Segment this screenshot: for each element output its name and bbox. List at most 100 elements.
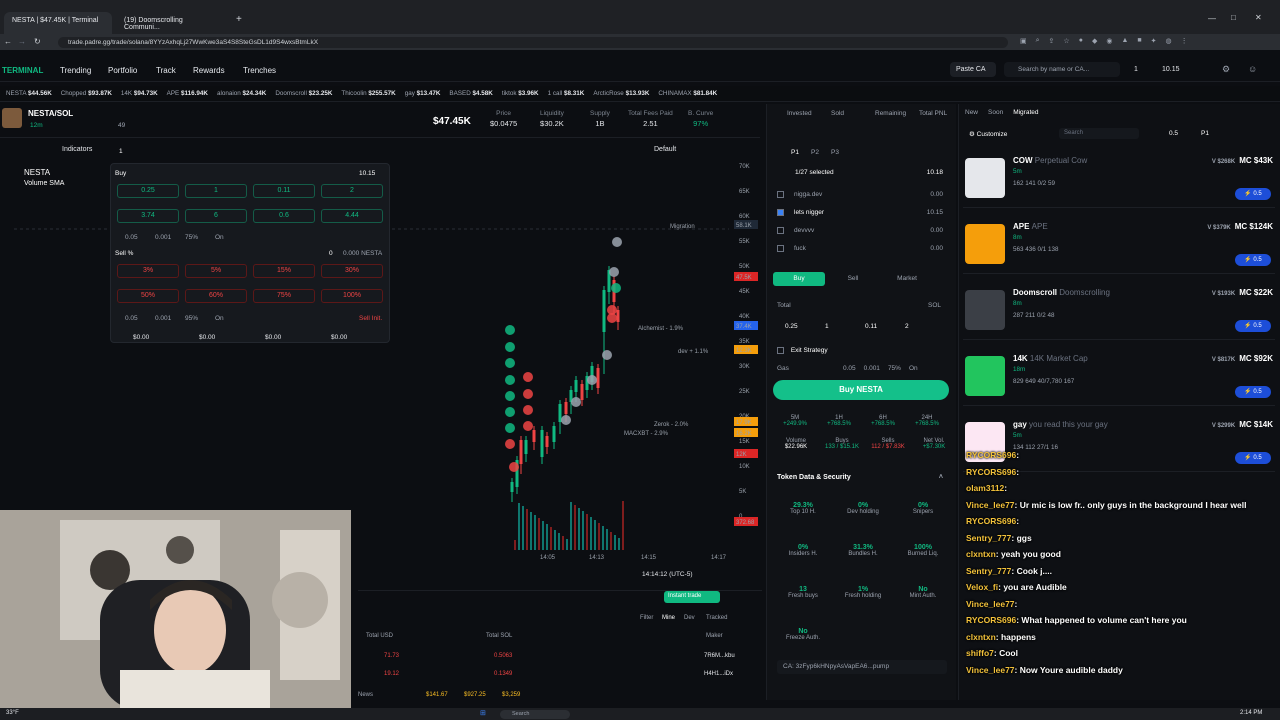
trade-maker[interactable]: 7R6M...kbu (704, 653, 735, 659)
trade-marker[interactable] (607, 313, 617, 323)
quick-buy-button[interactable]: 0.11 (253, 184, 315, 198)
extension-icon[interactable]: ▣ (1020, 37, 1027, 47)
ticker-item[interactable]: NESTA $44.56K (6, 90, 52, 97)
ticker-item[interactable]: 1 call $8.31K (548, 90, 585, 97)
trade-filter[interactable]: Filter (640, 615, 653, 621)
list-tab[interactable]: Soon (988, 109, 1003, 116)
status-item[interactable]: $141.67 (426, 692, 448, 698)
order-tab[interactable]: Buy (773, 272, 825, 286)
ticker-item[interactable]: gay $13.47K (405, 90, 441, 97)
token-card[interactable]: APE APE 8m 563 436 0/1 138 V $379K MC $124K ⚡… (963, 218, 1275, 274)
forward-icon[interactable]: → (18, 37, 26, 46)
buy-setting[interactable]: 0.001 (155, 234, 171, 241)
quick-buy-button[interactable]: 3.74 (117, 209, 179, 223)
trade-marker[interactable] (523, 389, 533, 399)
quick-sell-button[interactable]: 30% (321, 264, 383, 278)
wallet-checkbox[interactable] (777, 227, 784, 234)
browser-tab[interactable]: (19) Doomscrolling Communi... (116, 12, 228, 34)
quick-buy-pill[interactable]: ⚡ 0.5 (1235, 254, 1271, 266)
menu-icon[interactable]: ⋮ (1181, 37, 1188, 47)
wallet-row[interactable]: nigga.dev 0.00 (777, 191, 947, 198)
minimize-icon[interactable]: — (1208, 14, 1216, 23)
gas-value[interactable]: 0.001 (864, 365, 880, 372)
trade-marker[interactable] (505, 375, 515, 385)
logo[interactable]: TERMINAL (2, 66, 43, 75)
amount-preset[interactable]: 0.11 (865, 323, 895, 330)
order-tab[interactable]: Market (881, 272, 933, 286)
quick-buy-button[interactable]: 1 (185, 184, 247, 198)
quick-sell-button[interactable]: 5% (185, 264, 247, 278)
nav-track[interactable]: Track (156, 66, 176, 75)
trade-maker[interactable]: H4H1...iDx (704, 671, 733, 677)
quick-buy-pill[interactable]: ⚡ 0.5 (1235, 320, 1271, 332)
total-row[interactable]: Total SOL (777, 302, 947, 309)
trade-marker[interactable] (523, 372, 533, 382)
status-item[interactable]: $927.25 (464, 692, 486, 698)
wallet-checkbox[interactable] (777, 209, 784, 216)
back-icon[interactable]: ← (4, 37, 12, 46)
extension-icon[interactable]: ● (1079, 37, 1083, 47)
period-change[interactable]: 6H +768.5% (863, 415, 903, 427)
extension-icon[interactable]: ▲ (1121, 37, 1128, 47)
trade-marker[interactable] (571, 397, 581, 407)
buy-setting[interactable]: 0.05 (125, 234, 138, 241)
list-tab[interactable]: New (965, 109, 978, 116)
zoom-icon[interactable]: ⌕ (1036, 37, 1040, 47)
search-input[interactable]: Search by name or CA... (1004, 62, 1120, 77)
gas-value[interactable]: 0.05 (843, 365, 856, 372)
token-avatar[interactable] (965, 356, 1005, 396)
period-change[interactable]: 24H +768.5% (907, 415, 947, 427)
trade-filter[interactable]: Dev (684, 615, 695, 621)
wallet-checkbox[interactable] (777, 191, 784, 198)
quick-buy-button[interactable]: 0.25 (117, 184, 179, 198)
period-change[interactable]: 1H +768.5% (819, 415, 859, 427)
ticker-item[interactable]: alonaion $24.34K (217, 90, 266, 97)
security-section-title[interactable]: Token Data & Security ˄ (777, 474, 947, 481)
gas-value[interactable]: On (909, 365, 918, 372)
extension-icon[interactable]: ■ (1137, 37, 1141, 47)
quick-sell-button[interactable]: 100% (321, 289, 383, 303)
quick-sell-button[interactable]: 75% (253, 289, 315, 303)
ticker-item[interactable]: ArcticRose $13.93K (593, 90, 649, 97)
token-avatar[interactable] (965, 158, 1005, 198)
ticker-item[interactable]: CHINAMAX $81.84K (658, 90, 717, 97)
wallet-checkbox[interactable] (777, 245, 784, 252)
trade-marker[interactable] (611, 283, 621, 293)
trade-marker[interactable] (561, 415, 571, 425)
trade-marker[interactable] (587, 375, 597, 385)
start-icon[interactable]: ⊞ (480, 709, 486, 717)
user-icon[interactable]: ☺ (1248, 64, 1257, 74)
trade-marker[interactable] (505, 391, 515, 401)
trade-marker[interactable] (505, 342, 515, 352)
exit-strategy-toggle[interactable]: Exit Strategy (777, 347, 947, 354)
token-card[interactable]: COW Perpetual Cow 5m 162 141 0/2 59 V $268K… (963, 152, 1275, 208)
buy-setting[interactable]: On (215, 234, 224, 241)
trade-marker[interactable] (505, 407, 515, 417)
trade-marker[interactable] (505, 358, 515, 368)
preset-tab[interactable]: P2 (811, 149, 831, 156)
extension-icon[interactable]: ✦ (1151, 37, 1157, 47)
wallet-selected-row[interactable]: 1/27 selected 10.18 (777, 169, 947, 176)
trade-marker[interactable] (609, 267, 619, 277)
wallet-row[interactable]: devvvv 0.00 (777, 227, 947, 234)
maximize-icon[interactable]: □ (1231, 13, 1236, 22)
sell-setting[interactable]: On (215, 315, 224, 322)
extension-icon[interactable]: ◆ (1092, 37, 1097, 47)
nav-portfolio[interactable]: Portfolio (108, 66, 137, 75)
list-tab[interactable]: Migrated (1013, 109, 1038, 116)
token-card[interactable]: 14K 14K Market Cap 18m 829 649 40/7,780 16… (963, 350, 1275, 406)
trade-marker[interactable] (505, 325, 515, 335)
weather-temp[interactable]: 33°F (6, 710, 19, 716)
ticker-item[interactable]: BASED $4.58K (449, 90, 492, 97)
trade-filter[interactable]: Tracked (706, 615, 727, 621)
star-icon[interactable]: ☆ (1063, 37, 1069, 47)
ticker-item[interactable]: Chopped $93.87K (61, 90, 112, 97)
settings-icon[interactable]: ⚙ (1222, 64, 1230, 75)
wallet-row[interactable]: fuck 0.00 (777, 245, 947, 252)
sell-setting[interactable]: 95% (185, 315, 198, 322)
new-tab-icon[interactable]: + (236, 14, 242, 25)
quick-buy-button[interactable]: 6 (185, 209, 247, 223)
quick-buy-button[interactable]: 0.6 (253, 209, 315, 223)
sell-setting[interactable]: 0.05 (125, 315, 138, 322)
quick-sell-button[interactable]: 50% (117, 289, 179, 303)
